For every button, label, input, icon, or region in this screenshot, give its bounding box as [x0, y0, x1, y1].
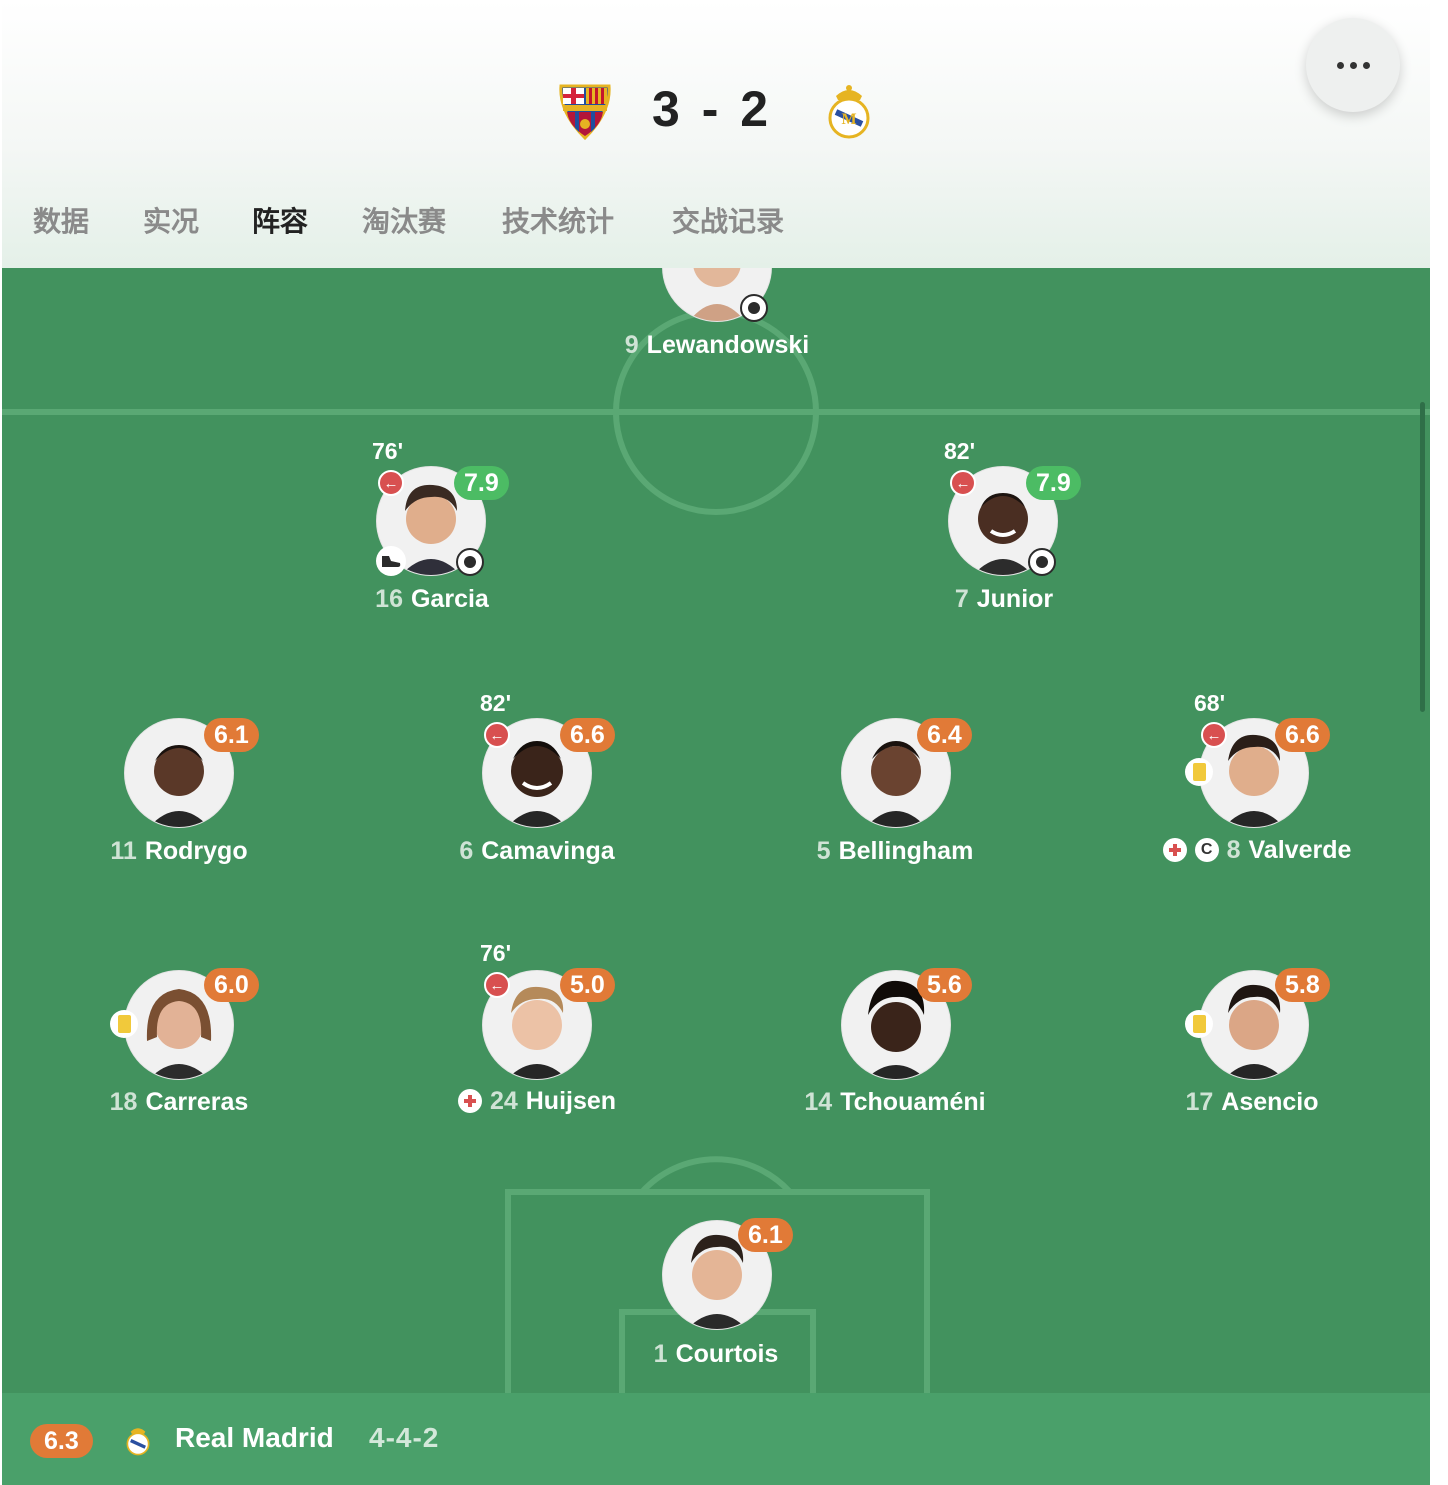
player-name-label: C 8 Valverde: [1122, 833, 1392, 867]
player-card-junior[interactable]: ← 7.9: [948, 466, 1081, 576]
subbed-off-arrow-icon: ←: [378, 470, 404, 496]
match-header: 3 - 2 M 数据 实况 阵容 淘汰赛 技术统计 交战记录: [2, 0, 1430, 268]
injury-cross-icon: [457, 1089, 482, 1113]
more-options-button[interactable]: [1306, 18, 1400, 112]
tab-live[interactable]: 实况: [143, 200, 199, 240]
tab-lineup[interactable]: 阵容: [252, 200, 308, 240]
player-name-label: 5 Bellingham: [816, 836, 974, 865]
match-score: 3 - 2: [652, 81, 773, 137]
player-name-label: 14 Tchouaméni: [804, 1087, 986, 1116]
team-rating-badge: 6.3: [30, 1424, 93, 1458]
goal-ball-icon: [1028, 548, 1056, 576]
real-madrid-crest-icon: [124, 1422, 152, 1463]
player-rating-badge: 6.6: [1275, 718, 1330, 752]
yellow-card-icon: [1185, 758, 1213, 786]
substitution-minute: 76': [480, 940, 512, 966]
player-rating-badge: 5.6: [917, 968, 972, 1002]
player-card-carreras[interactable]: 6.0: [110, 968, 259, 1080]
subbed-off-arrow-icon: ←: [1201, 722, 1227, 748]
captain-badge-icon: C: [1194, 838, 1219, 862]
player-rating-badge: 5.8: [1275, 968, 1330, 1002]
player-rating-badge: 6.1: [204, 718, 259, 752]
player-rating-badge: 6.6: [560, 718, 615, 752]
lineup-screen: 9 Lewandowski 76' ← 7.9 16 Garcia 82' ← 7.…: [2, 0, 1430, 1485]
player-name-label: 18 Carreras: [109, 1087, 249, 1116]
player-name-label: 6 Camavinga: [459, 836, 615, 865]
player-name-label: 11 Rodrygo: [110, 836, 248, 865]
player-rating-badge: 7.9: [454, 466, 509, 500]
yellow-card-icon: [1185, 1010, 1213, 1038]
player-rating-badge: 6.4: [917, 718, 972, 752]
player-card-bellingham[interactable]: 6.4: [841, 718, 972, 828]
player-rating-badge: 6.0: [204, 968, 259, 1002]
player-name-label: 7 Junior: [954, 584, 1054, 613]
subbed-off-arrow-icon: ←: [950, 470, 976, 496]
player-rating-badge: 6.1: [738, 1218, 793, 1252]
vertical-scrollbar[interactable]: [1420, 402, 1425, 712]
tab-tech-stats[interactable]: 技术统计: [502, 200, 614, 240]
substitution-minute: 82': [944, 438, 976, 464]
yellow-card-icon: [110, 1010, 138, 1038]
player-name-label: 9 Lewandowski: [624, 330, 810, 359]
player-card-asencio[interactable]: 5.8: [1185, 968, 1330, 1080]
penalty-arc: [639, 1156, 793, 1195]
tab-knockout[interactable]: 淘汰赛: [362, 200, 446, 240]
player-card-valverde[interactable]: ← 6.6: [1185, 718, 1330, 828]
team-formation: 4-4-2: [369, 1422, 440, 1453]
player-rating-badge: 5.0: [560, 968, 615, 1002]
team-name: Real Madrid: [175, 1422, 334, 1453]
player-name-label: 16 Garcia: [375, 584, 489, 613]
tab-data[interactable]: 数据: [33, 200, 89, 240]
real-madrid-crest-icon[interactable]: M: [824, 82, 874, 145]
svg-text:M: M: [841, 111, 856, 128]
player-name-label: 1 Courtois: [653, 1339, 779, 1368]
substitution-minute: 68': [1194, 690, 1226, 716]
player-card-garcia[interactable]: ← 7.9: [376, 466, 509, 576]
player-card-rodrygo[interactable]: 6.1: [124, 718, 259, 828]
player-rating-badge: 7.9: [1026, 466, 1081, 500]
injury-cross-icon: [1162, 838, 1187, 862]
tab-head-to-head[interactable]: 交战记录: [672, 200, 784, 240]
player-name-label: 24 Huijsen: [407, 1084, 667, 1118]
more-options-icon: [1336, 61, 1344, 69]
subbed-off-arrow-icon: ←: [484, 722, 510, 748]
fc-barcelona-crest-icon[interactable]: [557, 82, 613, 145]
substitution-minute: 82': [480, 690, 512, 716]
goal-ball-icon: [740, 294, 768, 322]
goal-ball-icon: [456, 548, 484, 576]
player-card-camavinga[interactable]: ← 6.6: [482, 718, 615, 828]
player-name-label: 17 Asencio: [1185, 1087, 1319, 1116]
player-card-tchouameni[interactable]: 5.6: [841, 968, 972, 1080]
subbed-off-arrow-icon: ←: [484, 972, 510, 998]
assist-boot-icon: [376, 546, 406, 576]
player-card-courtois[interactable]: 6.1: [662, 1218, 793, 1330]
player-card-huijsen[interactable]: ← 5.0: [482, 968, 615, 1080]
substitution-minute: 76': [372, 438, 404, 464]
